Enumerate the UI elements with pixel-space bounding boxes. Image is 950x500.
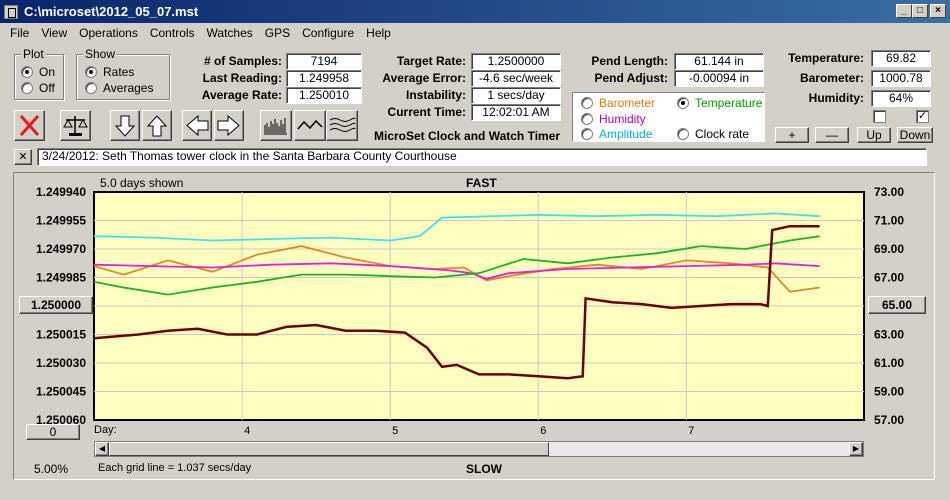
left-tick-label: 1.249970	[36, 242, 86, 256]
right-tick-label: 61.00	[874, 356, 904, 370]
left-tick-label: 1.250030	[36, 356, 86, 370]
left-tick-label: 1.249955	[36, 214, 86, 228]
right-tick-label: 57.00	[874, 413, 904, 427]
x-tick-label: 7	[688, 425, 694, 437]
right-tick-label: 71.00	[874, 214, 904, 228]
left-axis-ticks: 1.249940 1.249955 1.249970 1.249985 1.250015…	[36, 185, 86, 427]
right-tick-label: 69.00	[874, 242, 904, 256]
right-axis-ticks: 73.00 71.00 69.00 67.00 63.00 61.00 59.00 57.00	[874, 185, 904, 427]
rate-chart: 1.249940 1.249955 1.249970 1.249985 1.250015…	[36, 185, 904, 437]
right-tick-label: 63.00	[874, 328, 904, 342]
right-tick-label: 59.00	[874, 385, 904, 399]
left-tick-label: 1.250045	[36, 385, 86, 399]
left-tick-label: 1.250015	[36, 328, 86, 342]
left-tick-label: 1.249985	[36, 271, 86, 285]
x-axis-ticks: 4 5 6 7	[244, 425, 694, 437]
x-tick-label: 5	[392, 425, 398, 437]
x-tick-label: 6	[540, 425, 546, 437]
left-tick-label: 1.249940	[36, 185, 86, 199]
x-tick-label: 4	[244, 425, 250, 437]
right-tick-label: 73.00	[874, 185, 904, 199]
right-tick-label: 67.00	[874, 271, 904, 285]
left-tick-label: 1.250060	[36, 413, 86, 427]
